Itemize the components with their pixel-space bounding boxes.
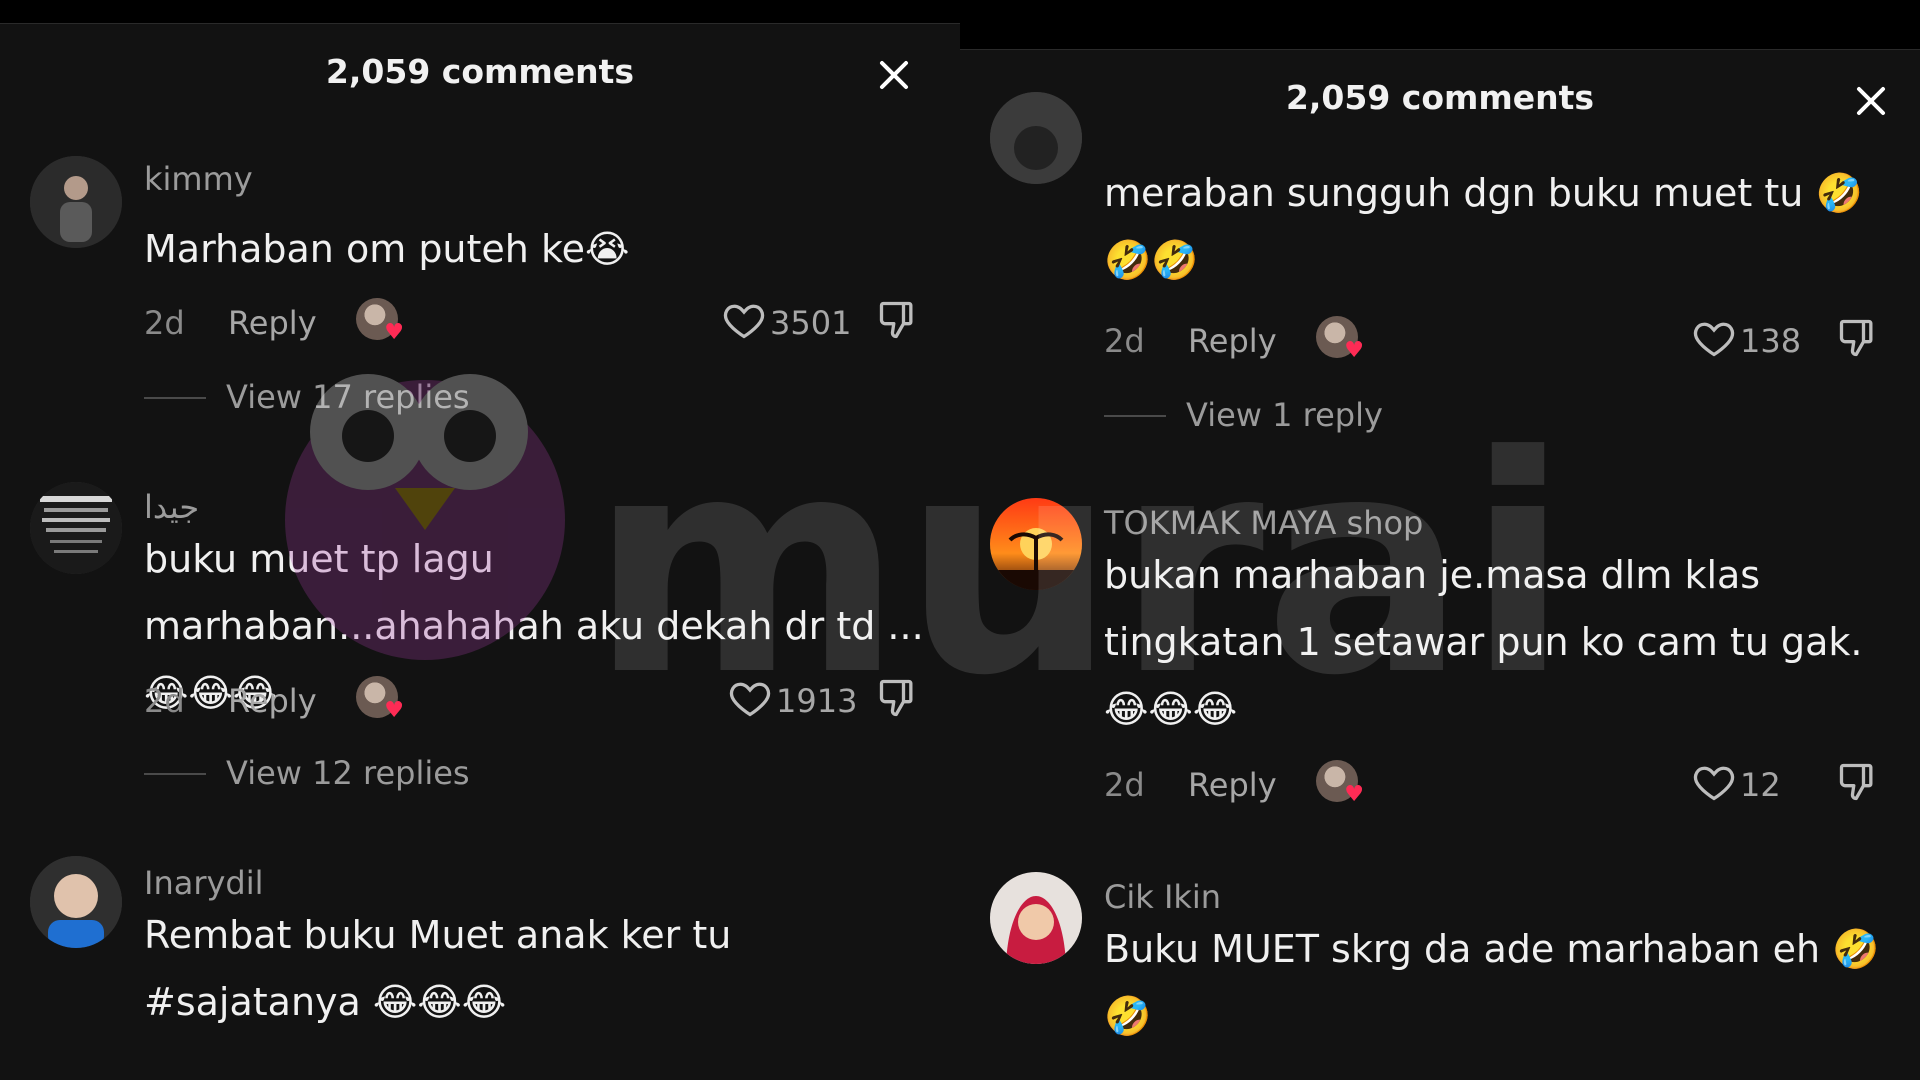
avatar[interactable] [30, 482, 122, 574]
creator-liked-badge: ♥ [1316, 316, 1364, 362]
view-replies-label: View 12 replies [226, 754, 470, 792]
creator-liked-badge: ♥ [356, 298, 404, 344]
comment-text: Buku MUET skrg da ade marhaban eh 🤣🤣 [1104, 927, 1880, 1038]
username[interactable]: Inarydil [144, 864, 264, 902]
like-count: 12 [1740, 766, 1781, 804]
top-bar [960, 0, 1920, 50]
like-count: 3501 [770, 304, 852, 342]
comment-actions: 2d Reply ♥ 3501 [144, 298, 960, 348]
thumbs-down-icon[interactable] [1836, 760, 1880, 804]
comments-count-title: 2,059 comments [1285, 78, 1595, 117]
reply-button[interactable]: Reply [228, 304, 317, 342]
thumbs-down-icon[interactable] [876, 298, 920, 342]
comments-count-title: 2,059 comments [325, 52, 635, 91]
comment-text: Rembat buku Muet anak ker tu #sajatanya … [144, 913, 732, 1024]
reply-button[interactable]: Reply [228, 682, 317, 720]
creator-heart-badge-icon: ♥ [1344, 338, 1364, 363]
reply-button[interactable]: Reply [1188, 766, 1277, 804]
username[interactable]: TOKMAK MAYA shop [1104, 504, 1423, 542]
comment-age: 2d [1104, 322, 1145, 360]
like-count: 138 [1740, 322, 1802, 360]
divider-line [1104, 415, 1166, 417]
avatar[interactable] [30, 156, 122, 248]
creator-liked-badge: ♥ [356, 676, 404, 722]
avatar-image [30, 482, 122, 574]
right-comments-panel: 2,059 comments meraban sungguh dgn buku … [960, 0, 1920, 1080]
avatar-image [990, 92, 1082, 184]
heart-outline-icon[interactable] [1692, 316, 1736, 360]
thumbs-down-icon[interactable] [1836, 316, 1880, 360]
divider-line [144, 773, 206, 775]
comment-text: bukan marhaban je.masa dlm klas tingkata… [1104, 553, 1863, 731]
heart-outline-icon[interactable] [1692, 760, 1736, 804]
avatar-image [30, 156, 122, 248]
view-replies-label: View 17 replies [226, 378, 470, 416]
avatar-image [990, 498, 1082, 590]
username[interactable]: Cik Ikin [1104, 878, 1221, 916]
creator-heart-badge-icon: ♥ [384, 320, 404, 345]
avatar-image [30, 856, 122, 948]
comment-text: Marhaban om puteh ke😭 [144, 227, 630, 271]
reply-button[interactable]: Reply [1188, 322, 1277, 360]
username[interactable]: kimmy [144, 160, 253, 198]
close-icon[interactable] [1854, 84, 1888, 118]
comment-age: 2d [144, 682, 185, 720]
comment-age: 2d [144, 304, 185, 342]
creator-heart-badge-icon: ♥ [384, 698, 404, 723]
divider-line [144, 397, 206, 399]
comment-age: 2d [1104, 766, 1145, 804]
comment-actions: 2d Reply ♥ 12 [1104, 760, 1920, 810]
thumbs-down-icon[interactable] [876, 676, 920, 720]
heart-outline-icon[interactable] [722, 298, 766, 342]
creator-liked-badge: ♥ [1316, 760, 1364, 806]
heart-outline-icon[interactable] [728, 676, 772, 720]
avatar[interactable] [30, 856, 122, 948]
avatar[interactable] [990, 498, 1082, 590]
avatar-image [990, 872, 1082, 964]
username[interactable]: جيدا [144, 488, 199, 526]
like-count: 1913 [776, 682, 858, 720]
creator-heart-badge-icon: ♥ [1344, 782, 1364, 807]
top-bar [0, 0, 960, 24]
comment-actions: 2d Reply ♥ 1913 [144, 676, 960, 726]
comment-text: meraban sungguh dgn buku muet tu 🤣🤣🤣 [1104, 171, 1863, 282]
avatar[interactable] [990, 92, 1082, 184]
close-icon[interactable] [877, 58, 911, 92]
comment-actions: 2d Reply ♥ 138 [1104, 316, 1920, 366]
view-replies-label: View 1 reply [1186, 396, 1383, 434]
left-comments-panel: 2,059 comments kimmy Marhaban om puteh k… [0, 0, 960, 1080]
avatar[interactable] [990, 872, 1082, 964]
